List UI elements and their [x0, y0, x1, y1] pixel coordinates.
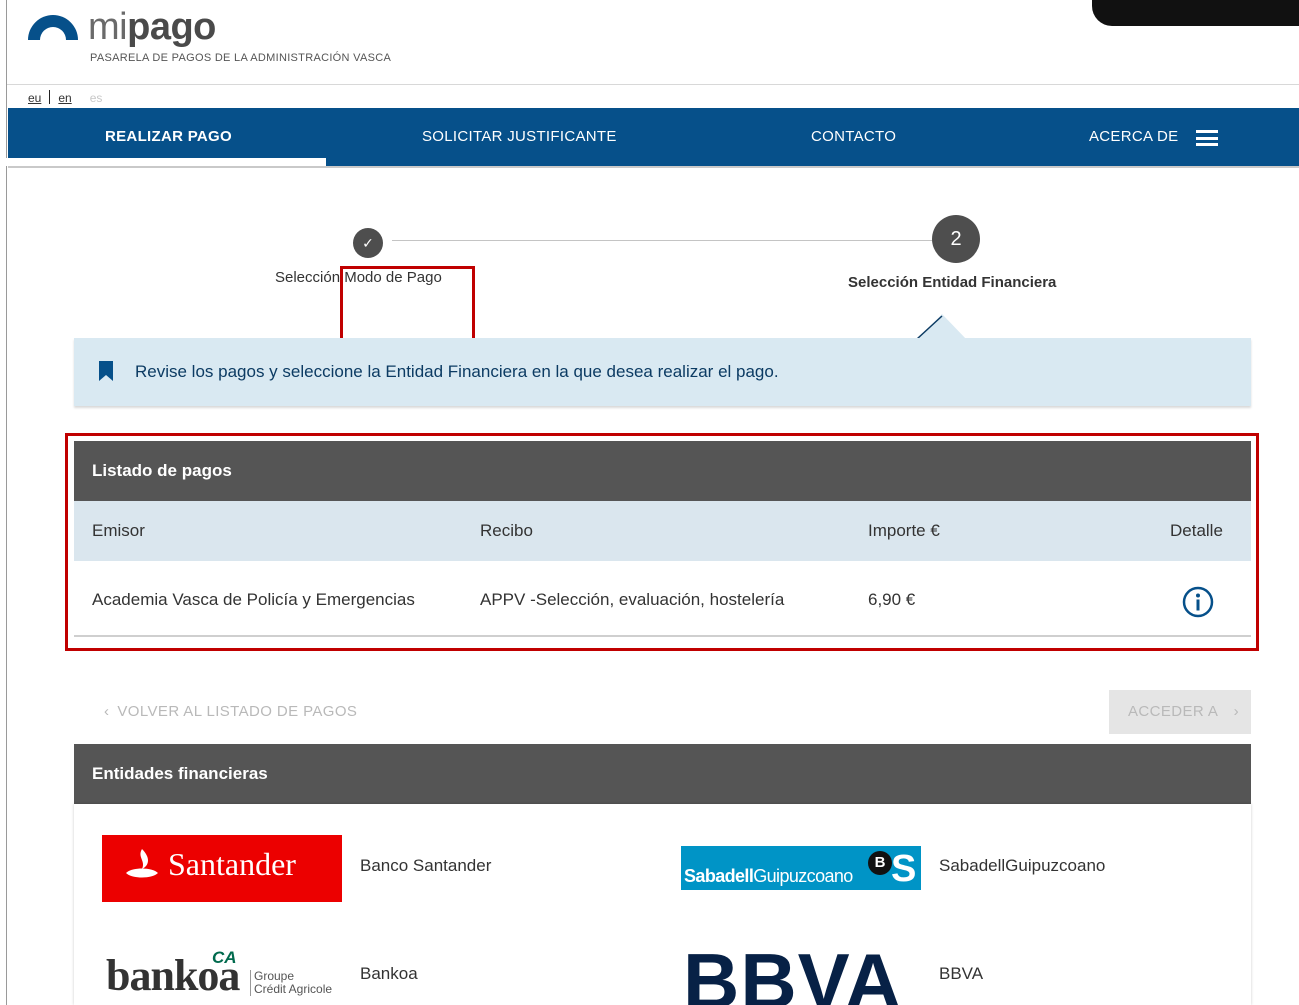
lang-eu-link[interactable]: eu: [28, 91, 41, 105]
chevron-right-icon: ›: [1233, 703, 1239, 720]
lang-separator: [49, 90, 51, 104]
annotation-highlight-listado: [65, 433, 1259, 651]
entidad-name-bankoa[interactable]: Bankoa: [360, 964, 418, 984]
credit-agricole-mark: CA: [212, 948, 237, 967]
santander-flame-icon: [126, 849, 158, 878]
entidad-name-sabadell[interactable]: SabadellGuipuzcoano: [939, 856, 1105, 876]
volver-label: VOLVER AL LISTADO DE PAGOS: [117, 703, 358, 720]
step-1-check-icon: ✓: [353, 228, 383, 258]
stepper-line: [392, 240, 932, 241]
info-message: Revise los pagos y seleccione la Entidad…: [135, 362, 779, 381]
top-right-decoration: [1092, 0, 1299, 26]
lang-es-current: es: [89, 91, 103, 105]
bbva-logo-text: BBVA: [683, 938, 903, 1005]
entidad-name-bbva[interactable]: BBVA: [939, 964, 983, 984]
chevron-left-icon: ‹: [104, 703, 110, 720]
nav-acerca-de[interactable]: ACERCA DE: [1089, 108, 1178, 166]
info-panel: Revise los pagos y seleccione la Entidad…: [74, 338, 1251, 406]
header-divider: [7, 84, 1299, 85]
nav-contacto[interactable]: CONTACTO: [811, 108, 896, 166]
volver-listado-link[interactable]: ‹ VOLVER AL LISTADO DE PAGOS: [104, 703, 357, 720]
logo-subtitle: PASARELA DE PAGOS DE LA ADMINISTRACIÓN V…: [90, 52, 392, 64]
language-selector: eu en es: [28, 90, 102, 105]
entidad-name-santander[interactable]: Banco Santander: [360, 856, 491, 876]
bookmark-icon: [99, 361, 113, 381]
acceder-label: ACCEDER A: [1128, 703, 1219, 720]
acceder-button[interactable]: ACCEDER A ›: [1109, 690, 1251, 734]
step-2-label: Selección Entidad Financiera: [848, 274, 1057, 291]
bankoa-groupe-text: Groupe Crédit Agricole: [250, 970, 332, 996]
page-left-border: [6, 0, 7, 1005]
nav-shadow: [8, 166, 1299, 168]
sabadell-logo-text: SabadellGuipuzcoano: [684, 866, 853, 886]
lang-en-link[interactable]: en: [58, 91, 71, 105]
sabadell-logo[interactable]: SabadellGuipuzcoano B S: [681, 846, 921, 890]
santander-logo[interactable]: Santander: [102, 835, 342, 902]
mipago-logo[interactable]: mipago PASARELA DE PAGOS DE LA ADMINISTR…: [24, 6, 444, 76]
santander-logo-text: Santander: [168, 846, 296, 882]
hamburger-menu-icon[interactable]: [1196, 130, 1218, 146]
sabadell-b-badge: B: [868, 851, 892, 875]
logo-arc-icon: [28, 15, 78, 40]
nav-active-indicator: [0, 158, 326, 166]
annotation-highlight-step: [340, 266, 475, 346]
sabadell-s-mark: S: [891, 848, 917, 890]
logo-wordmark: mipago: [88, 6, 216, 48]
nav-solicitar-justificante[interactable]: SOLICITAR JUSTIFICANTE: [422, 108, 617, 166]
info-panel-pointer: [917, 314, 967, 340]
bbva-logo[interactable]: BBVA: [683, 938, 923, 1005]
bankoa-logo[interactable]: bankoa CA Groupe Crédit Agricole: [104, 948, 344, 1004]
entidades-header: Entidades financieras: [74, 744, 1251, 804]
step-2-circle: 2: [932, 215, 980, 263]
